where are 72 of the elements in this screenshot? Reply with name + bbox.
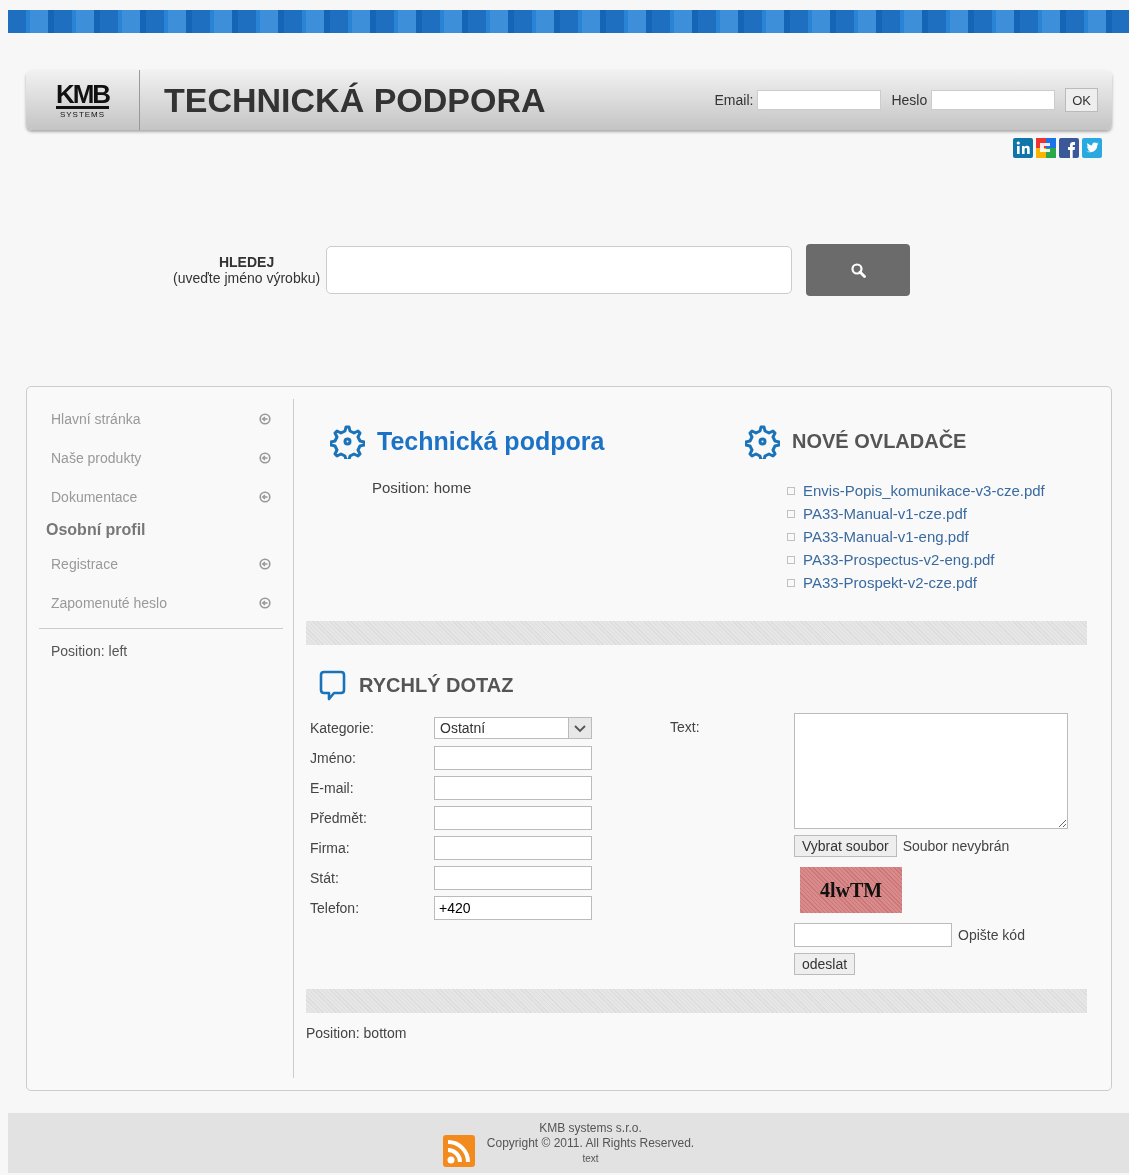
search-label: HLEDEJ — [217, 254, 276, 270]
bullet-icon — [787, 578, 795, 587]
gear-icon — [330, 424, 365, 459]
twitter-icon — [1082, 138, 1102, 158]
bullet-icon — [787, 486, 795, 495]
captcha-field[interactable] — [794, 923, 952, 947]
sidebar-item[interactable]: Hlavní stránka — [39, 399, 283, 438]
text-field[interactable] — [434, 866, 592, 890]
form-label: Předmět: — [310, 810, 368, 826]
form-label: Jméno: — [310, 750, 357, 766]
text-field[interactable]: +420 — [434, 896, 592, 920]
text-field[interactable] — [434, 836, 592, 860]
search-field[interactable] — [326, 246, 793, 294]
file-status: Soubor nevybrán — [902, 838, 1010, 854]
section-title: Technická podpora — [377, 427, 605, 456]
footer-text: KMB systems s.r.o. — [538, 1121, 643, 1136]
footer-text: Copyright © 2011. All Rights Reserved. — [486, 1136, 695, 1151]
position-text: Position: home — [372, 479, 473, 496]
linkedin-icon — [1013, 138, 1033, 158]
file-link[interactable]: PA33-Manual-v1-cze.pdf — [803, 505, 967, 522]
text-field[interactable] — [434, 746, 592, 770]
facebook-icon — [1059, 138, 1079, 158]
search-hint: (uveďte jméno výrobku) — [173, 270, 321, 286]
sidebar-item[interactable]: Naše produkty — [39, 438, 283, 477]
file-link[interactable]: PA33-Manual-v1-eng.pdf — [803, 528, 969, 545]
file-link[interactable]: PA33-Prospectus-v2-eng.pdf — [803, 551, 995, 568]
arrow-circle-icon — [259, 490, 271, 503]
submit-button[interactable]: odeslat — [794, 953, 856, 975]
arrow-circle-icon — [259, 412, 271, 425]
gear-icon — [745, 424, 780, 459]
page-title: TECHNICKÁ PODPORA — [164, 80, 547, 120]
bullet-icon — [787, 509, 795, 518]
category-dropdown[interactable]: Ostatní — [434, 717, 592, 739]
sidebar-heading: Osobní profil — [45, 520, 147, 540]
arrow-circle-icon — [259, 557, 271, 570]
search-icon — [850, 262, 866, 278]
sidebar-item[interactable]: Dokumentace — [39, 477, 283, 516]
section-title: RYCHLÝ DOTAZ — [359, 673, 514, 697]
arrow-circle-icon — [259, 596, 271, 609]
choose-file-button[interactable]: Vybrat soubor — [794, 835, 897, 857]
file-link[interactable]: Envis-Popis_komunikace-v3-cze.pdf — [803, 482, 1045, 499]
login-label: Email: — [714, 92, 754, 108]
ok-button[interactable]: OK — [1065, 88, 1098, 112]
text-field[interactable] — [434, 776, 592, 800]
login-field[interactable] — [757, 90, 882, 110]
form-label: Telefon: — [310, 900, 361, 916]
text-field[interactable] — [434, 806, 592, 830]
rss-icon — [442, 1135, 475, 1167]
speech-bubble-icon — [318, 669, 347, 701]
chevron-down-icon — [574, 723, 586, 733]
sidebar-item[interactable]: Zapomenuté heslo — [39, 583, 283, 622]
search-button[interactable] — [806, 244, 911, 296]
message-textarea[interactable] — [794, 713, 1068, 829]
logo[interactable]: KMB SYSTEMS — [26, 70, 140, 130]
login-label: Heslo — [891, 92, 928, 108]
sidebar-item[interactable]: Registrace — [39, 544, 283, 583]
section-title: NOVÉ OVLADAČE — [792, 430, 967, 453]
arrow-circle-icon — [259, 451, 271, 464]
captcha-label: Opište kód — [958, 927, 1025, 943]
login-field[interactable] — [931, 90, 1056, 110]
captcha-image: 4lwTM — [800, 867, 902, 913]
form-label: Firma: — [310, 840, 351, 856]
position-text: Position: left — [50, 642, 129, 661]
position-text: Position: bottom — [306, 1025, 408, 1041]
bullet-icon — [787, 532, 795, 541]
footer-text: text — [581, 1152, 600, 1166]
form-label: E-mail: — [310, 780, 355, 796]
form-label: Text: — [670, 718, 701, 737]
form-label: Stát: — [310, 870, 340, 886]
form-label: Kategorie: — [310, 720, 375, 736]
bullet-icon — [787, 555, 795, 564]
file-link[interactable]: PA33-Prospekt-v2-cze.pdf — [803, 574, 977, 591]
